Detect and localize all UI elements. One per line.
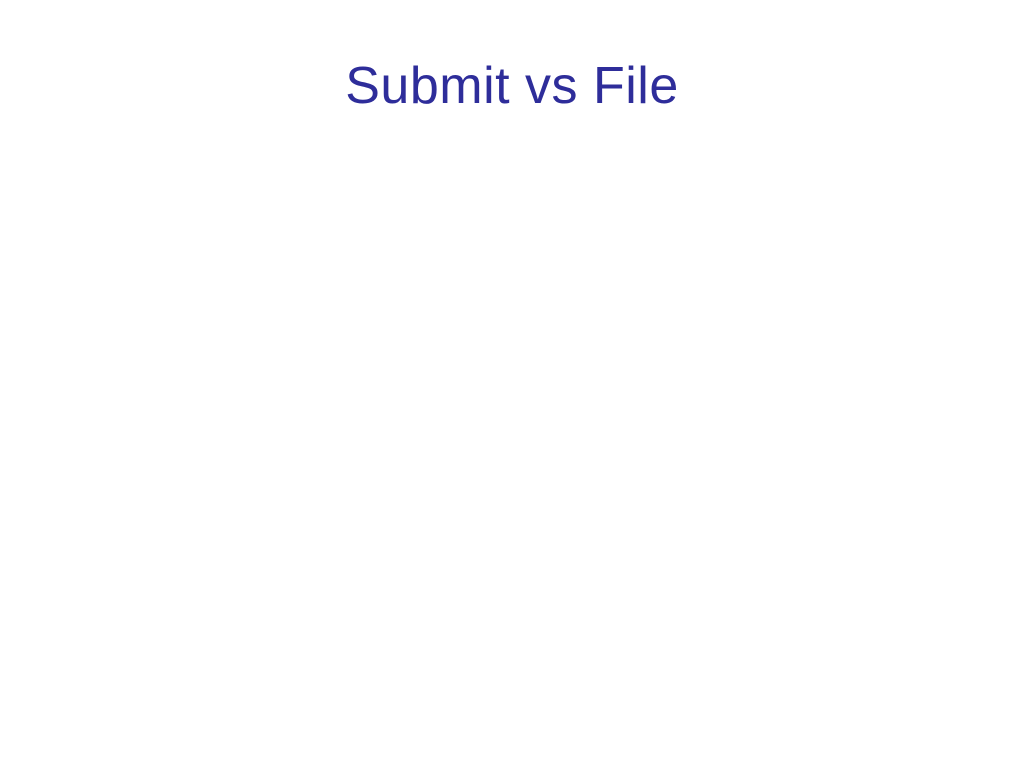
slide-title: Submit vs File <box>0 56 1024 116</box>
slide-container: Submit vs File <box>0 0 1024 768</box>
